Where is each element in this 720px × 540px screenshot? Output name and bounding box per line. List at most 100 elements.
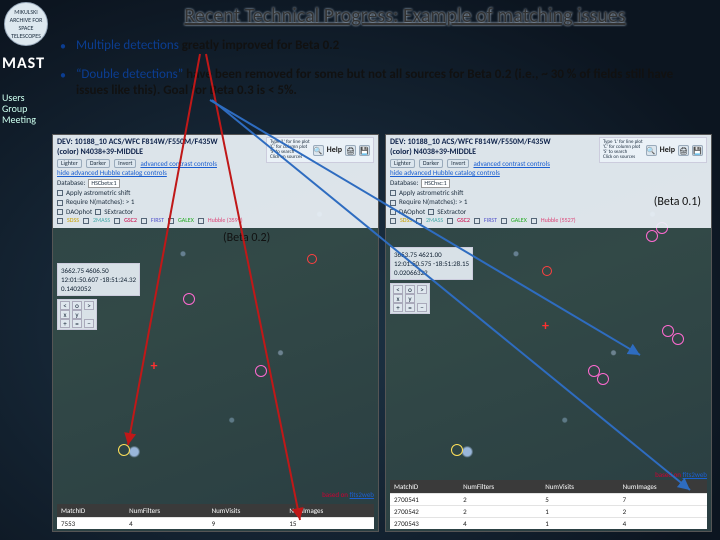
table-row[interactable]: 2700543 4 1 4 (390, 518, 707, 530)
th-numimages: NumImages (285, 504, 374, 518)
pan-right-icon[interactable]: > (417, 285, 427, 294)
pan-left-icon[interactable]: < (60, 301, 70, 310)
slide-title: Recent Technical Progress: Example of ma… (100, 4, 710, 29)
print-icon[interactable]: 🖨 (345, 145, 356, 156)
fits2web-link[interactable]: fits2web (683, 470, 707, 479)
match-table-a: MatchID NumFilters NumVisits NumImages 7… (57, 504, 374, 529)
pan-center-icon[interactable]: o (405, 285, 415, 294)
zoom-fit-icon[interactable]: = (72, 319, 82, 328)
invert-button[interactable]: Invert (114, 159, 136, 168)
zoom-out-icon[interactable]: − (84, 319, 94, 328)
beta01-label: (Beta 0.1) (654, 195, 701, 209)
zoom-in-icon[interactable]: + (60, 319, 70, 328)
fits2web-link[interactable]: fits2web (350, 490, 374, 499)
database-select[interactable]: HSCbeta:1 (88, 179, 119, 188)
astro-shift-label: Apply astrometric shift (66, 189, 130, 197)
checkbox[interactable] (168, 218, 174, 224)
help-label[interactable]: Help (660, 145, 675, 155)
bullet-2-lead: “Double detections” (76, 67, 183, 82)
help-corner: Type 'L' for line plot 'C' for column pl… (266, 137, 374, 163)
advanced-contrast-link[interactable]: advanced contrast controls (473, 160, 550, 168)
th-matchid: MatchID (57, 504, 125, 518)
checkbox[interactable] (57, 218, 63, 224)
checkbox[interactable] (114, 218, 120, 224)
cat-galex: GALEX (510, 217, 528, 224)
checkbox[interactable] (447, 218, 453, 224)
table-row[interactable]: 7553 4 9 15 (57, 518, 374, 530)
table-row[interactable]: 2700542 2 1 2 (390, 506, 707, 518)
zoom-in-icon[interactable]: + (393, 303, 403, 312)
panel-beta01: + DEV: 10188_10 ACS/WFC F814W/F550M/F435… (385, 134, 712, 532)
source-ring (118, 444, 130, 456)
cat-2mass: 2MASS (425, 217, 444, 224)
pan-right-icon[interactable]: > (84, 301, 94, 310)
nav-y: y (405, 294, 415, 303)
cat-sdss: SDSS (399, 217, 413, 224)
checkbox[interactable] (416, 218, 422, 224)
sidebar-subtitle: Users Group Meeting (2, 92, 52, 125)
search-icon[interactable]: 🔍 (313, 145, 324, 156)
cat-hubble: Hubble (5527) (540, 217, 577, 224)
nav-pad-b[interactable]: <o> xy +=− (390, 283, 430, 314)
bullet-dot-icon: • (60, 38, 66, 57)
based-on-text: based on (322, 490, 348, 499)
bullet-2: • “Double detections” have been removed … (60, 67, 708, 100)
cat-gsc2: GSC2 (123, 217, 138, 224)
cat-hubble: Hubble (3599) (207, 217, 244, 224)
cat-sdss: SDSS (66, 217, 80, 224)
bullet-dot-icon: • (60, 67, 66, 86)
bullet-2-text: “Double detections” have been removed fo… (76, 67, 708, 100)
pan-left-icon[interactable]: < (393, 285, 403, 294)
help-label[interactable]: Help (327, 145, 342, 155)
source-ring (307, 254, 317, 264)
mast-logo-text: MIKULSKI ARCHIVE FOR SPACE TELESCOPES (5, 8, 47, 40)
checkbox[interactable] (474, 218, 480, 224)
checkbox[interactable] (141, 218, 147, 224)
checkbox[interactable] (57, 200, 63, 206)
checkbox[interactable] (390, 190, 396, 196)
search-icon[interactable]: 🔍 (646, 145, 657, 156)
bullet-1: • Multiple detections greatly improved f… (60, 38, 708, 57)
hide-catalog-link[interactable]: hide advanced Hubble catalog controls (390, 169, 500, 177)
table-row[interactable]: 2700541 2 5 7 (390, 494, 707, 506)
checkbox[interactable] (428, 209, 434, 215)
advanced-contrast-link[interactable]: advanced contrast controls (140, 160, 217, 168)
lighter-button[interactable]: Lighter (57, 159, 82, 168)
checkbox[interactable] (57, 209, 63, 215)
checkbox[interactable] (501, 218, 507, 224)
database-select[interactable]: HSChsc:1 (421, 179, 449, 188)
source-ring (597, 373, 609, 385)
checkbox[interactable] (390, 200, 396, 206)
zoom-fit-icon[interactable]: = (405, 303, 415, 312)
based-on-b: based on fits2web (655, 470, 707, 479)
source-ring (542, 266, 552, 276)
bullet-1-rest: greatly improved for Beta 0.2 (179, 38, 339, 53)
print-icon[interactable]: 🖨 (678, 145, 689, 156)
checkbox[interactable] (531, 218, 537, 224)
crosshair-icon: + (542, 317, 549, 334)
darker-button[interactable]: Darker (86, 159, 110, 168)
th-numfilters: NumFilters (459, 480, 541, 494)
nav-pad-a[interactable]: <o> xy +=− (57, 299, 97, 330)
require-n-label: Require N(matches): > 1 (399, 198, 467, 206)
darker-button[interactable]: Darker (419, 159, 443, 168)
save-icon[interactable]: 💾 (359, 145, 370, 156)
based-on-a: based on fits2web (322, 490, 374, 499)
save-icon[interactable]: 💾 (692, 145, 703, 156)
checkbox[interactable] (95, 209, 101, 215)
help-tip: Type 'L' for line plot 'C' for column pl… (270, 140, 310, 160)
panel-beta02: + DEV: 10188_10 ACS/WFC F814W/F550M/F435… (52, 134, 379, 532)
invert-button[interactable]: Invert (447, 159, 469, 168)
source-ring (255, 365, 267, 377)
checkbox[interactable] (198, 218, 204, 224)
lighter-button[interactable]: Lighter (390, 159, 415, 168)
pan-center-icon[interactable]: o (72, 301, 82, 310)
checkbox[interactable] (390, 218, 396, 224)
checkbox[interactable] (57, 190, 63, 196)
mast-logo: MIKULSKI ARCHIVE FOR SPACE TELESCOPES (4, 2, 48, 46)
hide-catalog-link[interactable]: hide advanced Hubble catalog controls (57, 169, 167, 177)
checkbox[interactable] (83, 218, 89, 224)
zoom-out-icon[interactable]: − (417, 303, 427, 312)
th-matchid: MatchID (390, 480, 459, 494)
checkbox[interactable] (390, 209, 396, 215)
